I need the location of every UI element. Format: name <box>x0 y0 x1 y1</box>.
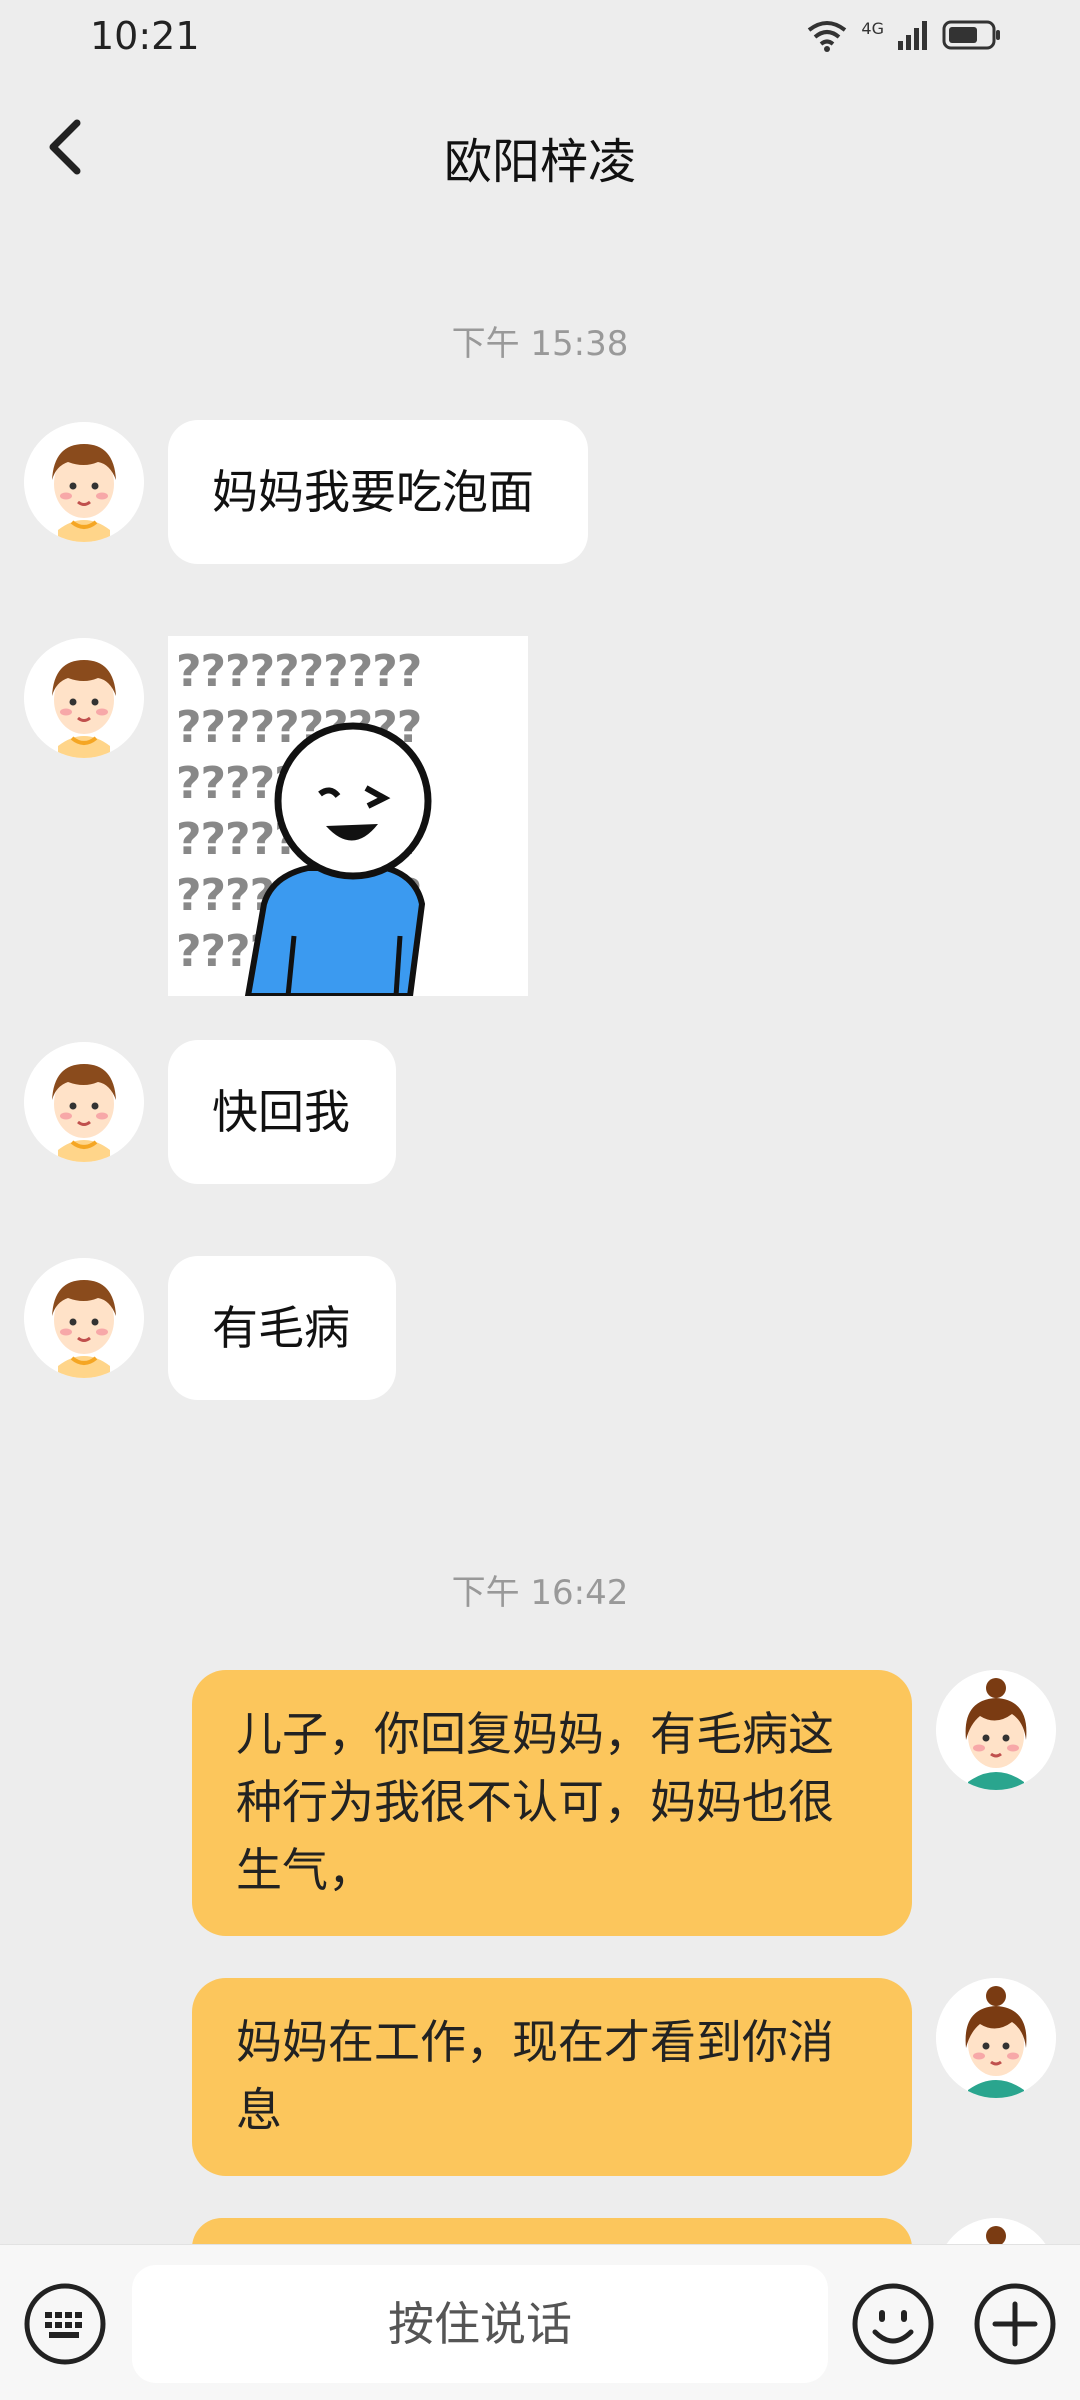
keyboard-toggle-button[interactable] <box>22 2281 108 2367</box>
more-options-button[interactable] <box>972 2281 1058 2367</box>
message-text: 妈妈在工作，现在才看到你消息 <box>236 2015 834 2137</box>
keyboard-icon <box>24 2283 106 2365</box>
avatar-child[interactable] <box>24 1042 144 1162</box>
girl-avatar-icon <box>936 1670 1056 1790</box>
avatar-child[interactable] <box>24 422 144 542</box>
message-bubble-incoming[interactable]: 有毛病 <box>168 1256 396 1400</box>
avatar-mother[interactable] <box>936 1670 1056 1790</box>
hold-to-talk-button[interactable]: 按住说话 <box>132 2265 828 2383</box>
signal-icon <box>898 21 927 50</box>
emoji-button[interactable] <box>850 2281 936 2367</box>
emoji-icon <box>852 2283 934 2365</box>
smiling-stickman-icon <box>244 722 432 996</box>
girl-avatar-icon <box>936 1978 1056 2098</box>
avatar-child[interactable] <box>24 1258 144 1378</box>
plus-circle-icon <box>974 2283 1056 2365</box>
battery-icon <box>942 20 1000 50</box>
message-text: 有毛病 <box>212 1301 350 1355</box>
message-bubble-incoming[interactable]: 快回我 <box>168 1040 396 1184</box>
boy-avatar-icon <box>24 422 144 542</box>
status-icons: 4G <box>805 18 1002 52</box>
avatar-mother[interactable] <box>936 1978 1056 2098</box>
message-text: 妈妈我要吃泡面 <box>212 465 534 519</box>
status-time: 10:21 <box>90 14 200 58</box>
message-text: 儿子，你回复妈妈，有毛病这种行为我很不认可，妈妈也很生气， <box>236 1707 834 1897</box>
message-bubble-outgoing[interactable]: 儿子，你回复妈妈，有毛病这种行为我很不认可，妈妈也很生气， <box>192 1670 912 1936</box>
title-bar: 欧阳梓凌 <box>0 80 1080 230</box>
message-bubble-incoming[interactable]: 妈妈我要吃泡面 <box>168 420 588 564</box>
boy-avatar-icon <box>24 638 144 758</box>
boy-avatar-icon <box>24 1042 144 1162</box>
network-type-label: 4G <box>861 18 884 38</box>
input-bar: 按住说话 <box>0 2244 1080 2400</box>
avatar-child[interactable] <box>24 638 144 758</box>
message-text: 快回我 <box>212 1085 350 1139</box>
timestamp: 下午 16:42 <box>451 1573 629 1613</box>
chat-title: 欧阳梓凌 <box>443 134 636 190</box>
status-bar: 10:21 4G <box>0 0 1080 80</box>
message-bubble-outgoing[interactable]: 妈妈在工作，现在才看到你消息 <box>192 1978 912 2176</box>
sticker-message[interactable]: ?????????? ?????????? ?????????? ???????… <box>168 636 528 996</box>
boy-avatar-icon <box>24 1258 144 1378</box>
timestamp: 下午 15:38 <box>451 324 629 364</box>
wifi-icon <box>808 21 847 52</box>
